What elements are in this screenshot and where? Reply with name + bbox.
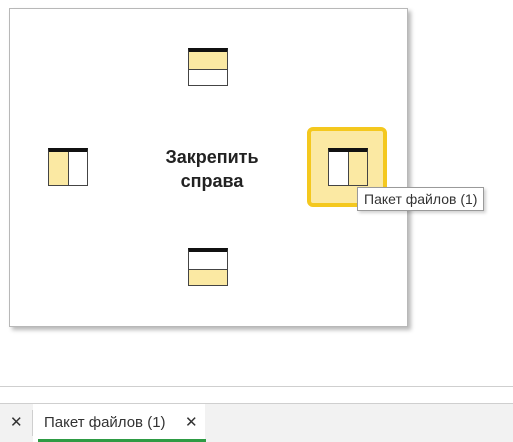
dock-right-fill <box>348 152 367 185</box>
dock-bottom-divider <box>189 268 227 270</box>
tab-file-package[interactable]: Пакет файлов (1) ✕ <box>33 404 206 442</box>
tab-previous[interactable]: ) ✕ <box>0 404 32 442</box>
dock-left-divider <box>68 152 69 185</box>
dock-top-divider <box>189 68 227 70</box>
dock-guide-panel: Закрепить справа <box>9 8 408 327</box>
dock-left-fill <box>49 152 68 185</box>
tab-previous-close-icon[interactable]: ✕ <box>10 404 23 442</box>
separator-line <box>0 386 513 387</box>
dock-bottom-fill <box>189 268 227 285</box>
stage: Закрепить справа Пакет файлов (1) ) ✕ <box>0 0 513 442</box>
tooltip: Пакет файлов (1) <box>357 187 485 211</box>
tab-strip: ) ✕ Пакет файлов (1) ✕ <box>0 403 513 442</box>
tab-file-package-close-icon[interactable]: ✕ <box>185 404 198 442</box>
tab-file-package-label: Пакет файлов (1) <box>44 414 166 431</box>
dock-bottom-target[interactable] <box>188 248 228 286</box>
dock-top-fill <box>189 52 227 69</box>
dock-left-target[interactable] <box>48 148 88 186</box>
dock-top-target[interactable] <box>188 48 228 86</box>
dock-right-divider <box>348 152 349 185</box>
dock-caption: Закрепить справа <box>165 147 259 191</box>
dock-right-target[interactable] <box>328 148 368 186</box>
